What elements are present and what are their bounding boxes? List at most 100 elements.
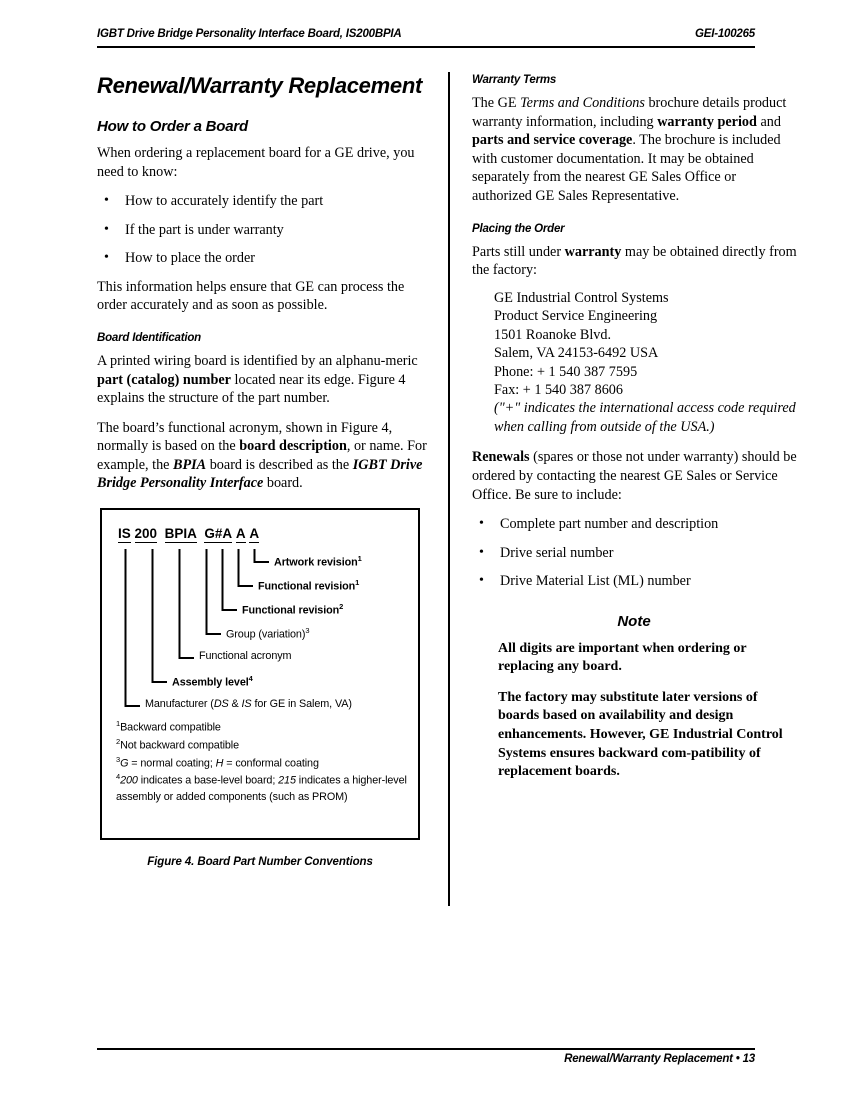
figure-label-sup: 1 [355, 578, 360, 587]
figure-label-assembly-level: Assembly level4 [172, 674, 253, 689]
wt-d: warranty period [657, 113, 757, 130]
figure-4-box: IS 200 BPIA G#A A A Artwork revision1 Fu… [100, 508, 420, 840]
bi-p2-e: board is described as the [206, 456, 353, 473]
footer-chapter-and-page: Renewal/Warranty Replacement • 13 [564, 1053, 755, 1065]
note-paragraph-1: All digits are important when ordering o… [498, 640, 747, 675]
renewals-bullet-list: • Complete part number and description • D… [472, 515, 797, 590]
bullet-icon: • [104, 250, 109, 266]
board-identification-paragraph-2: The board’s functional acronym, shown in… [97, 419, 427, 493]
footnote-text-a: 200 [120, 774, 138, 787]
wt-f: parts and service coverage [472, 132, 633, 149]
footnote-text: Not backward compatible [120, 739, 240, 752]
board-identification-paragraph-1: A printed wiring board is identified by … [97, 352, 427, 408]
figure-footnotes: 1Backward compatible 2Not backward compa… [116, 718, 408, 805]
figure-label-sup: 4 [248, 674, 253, 683]
bullet-icon: • [479, 516, 484, 532]
footnote-1: 1Backward compatible [116, 718, 408, 736]
footnote-2: 2Not backward compatible [116, 736, 408, 754]
footnote-text-c: 215 [278, 774, 296, 787]
footnote-text-b: indicates a base-level board; [137, 774, 279, 787]
pto-a: Parts still under [472, 243, 565, 260]
figure-label-sup: 2 [339, 602, 344, 611]
footnote-text: Backward compatible [120, 721, 221, 734]
left-column: Renewal/Warranty Replacement How to Orde… [97, 73, 427, 868]
figure-4-content: IS 200 BPIA G#A A A Artwork revision1 Fu… [102, 510, 418, 838]
right-column: Warranty Terms The GE Terms and Conditio… [472, 74, 797, 794]
figure-label-group-variation: Group (variation)3 [226, 626, 309, 641]
header-document-number: GEI-100265 [694, 28, 755, 40]
address-line: GE Industrial Control Systems [494, 289, 669, 306]
bullet-icon: • [104, 193, 109, 209]
note-callout: Note All digits are important when order… [484, 613, 784, 782]
running-footer: Renewal/Warranty Replacement • 13 [97, 1048, 755, 1072]
header-document-title: IGBT Drive Bridge Personality Interface … [97, 28, 402, 40]
note-title: Note [617, 612, 651, 630]
address-line: 1501 Roanoke Blvd. [494, 326, 612, 343]
subsection-heading-board-identification: Board Identification [97, 331, 201, 344]
how-to-order-bullet-list: • How to accurately identify the part • If… [97, 192, 427, 267]
figure-label-sup: 1 [357, 554, 362, 563]
mfr-post: for GE in Salem, VA) [251, 698, 352, 710]
list-item: • If the part is under warranty [97, 221, 427, 239]
figure-label-artwork-revision: Artwork revision1 [274, 554, 362, 569]
ren-a: Renewals [472, 449, 530, 466]
page-title: Renewal/Warranty Replacement [97, 73, 422, 98]
header-rule [97, 46, 755, 48]
footnote-text-b: = normal coating; [128, 757, 216, 770]
mfr-it2: IS [241, 698, 252, 710]
note-paragraph-2: The factory may substitute later version… [498, 689, 783, 780]
warranty-terms-paragraph: The GE Terms and Conditions brochure det… [472, 94, 797, 206]
mfr-it1: DS [213, 698, 229, 710]
wt-a: The GE [472, 95, 521, 111]
figure-label-text: Functional acronym [199, 650, 292, 662]
list-item-label: How to place the order [125, 250, 256, 267]
list-item: • How to place the order [97, 249, 427, 267]
list-item: • Drive serial number [472, 544, 797, 562]
wt-e: and [756, 113, 781, 130]
footer-rule [97, 1048, 755, 1050]
bullet-icon: • [479, 544, 484, 560]
how-to-order-intro: When ordering a replacement board for a … [97, 145, 415, 180]
subsection-heading-warranty-terms: Warranty Terms [472, 74, 557, 86]
figure-label-text: Functional revision [258, 580, 356, 593]
footnote-text-d: = conformal coating [223, 757, 319, 770]
list-item: • Drive Material List (ML) number [472, 572, 797, 590]
mfr-pre: Manufacturer ( [145, 698, 214, 710]
bullet-icon: • [479, 573, 484, 589]
figure-4-caption: Figure 4. Board Part Number Conventions [147, 856, 373, 868]
section-heading-how-to-order: How to Order a Board [97, 118, 249, 136]
figure-label-manufacturer: Manufacturer (DS & IS for GE in Salem, V… [145, 698, 352, 710]
list-item-label: Complete part number and description [500, 516, 719, 533]
figure-label-functional-acronym: Functional acronym [199, 650, 292, 662]
list-item-label: If the part is under warranty [125, 221, 284, 238]
bi-p2-g: board. [263, 475, 303, 492]
list-item-label: Drive Material List (ML) number [500, 573, 691, 590]
column-divider [448, 72, 450, 906]
figure-label-functional-revision-2: Functional revision2 [242, 602, 343, 617]
wt-b: Terms and Conditions [520, 95, 645, 111]
pto-b: warranty [564, 243, 622, 260]
list-item: • Complete part number and description [472, 515, 797, 533]
figure-label-sup: 3 [305, 626, 310, 635]
footnote-4: 4200 indicates a base-level board; 215 i… [116, 771, 408, 805]
list-item-label: Drive serial number [500, 544, 614, 561]
renewals-paragraph: Renewals (spares or those not under warr… [472, 448, 797, 504]
how-to-order-closing: This information helps ensure that GE ca… [97, 278, 405, 314]
placing-the-order-paragraph: Parts still under warranty may be obtain… [472, 243, 797, 280]
bi-p2-d: BPIA [173, 456, 207, 473]
list-item: • How to accurately identify the part [97, 192, 427, 210]
running-header: IGBT Drive Bridge Personality Interface … [97, 28, 755, 50]
address-access-code-note: ("+" indicates the international access … [494, 400, 796, 435]
figure-label-functional-revision-1: Functional revision1 [258, 578, 359, 593]
figure-label-text: Artwork revision [274, 556, 358, 569]
address-line: Salem, VA 24153-6492 USA [494, 345, 659, 362]
list-item-label: How to accurately identify the part [125, 193, 324, 210]
figure-label-text: Group (variation) [226, 628, 306, 641]
footnote-3: 3G = normal coating; H = conformal coati… [116, 754, 408, 772]
document-page: IGBT Drive Bridge Personality Interface … [0, 0, 850, 1100]
address-fax: Fax: + 1 540 387 8606 [494, 382, 623, 399]
factory-address-block: GE Industrial Control Systems Product Se… [494, 289, 797, 437]
bi-p2-b: board description [239, 438, 347, 455]
bi-p1-b: part (catalog) number [97, 371, 231, 388]
mfr-mid: & [228, 698, 242, 710]
